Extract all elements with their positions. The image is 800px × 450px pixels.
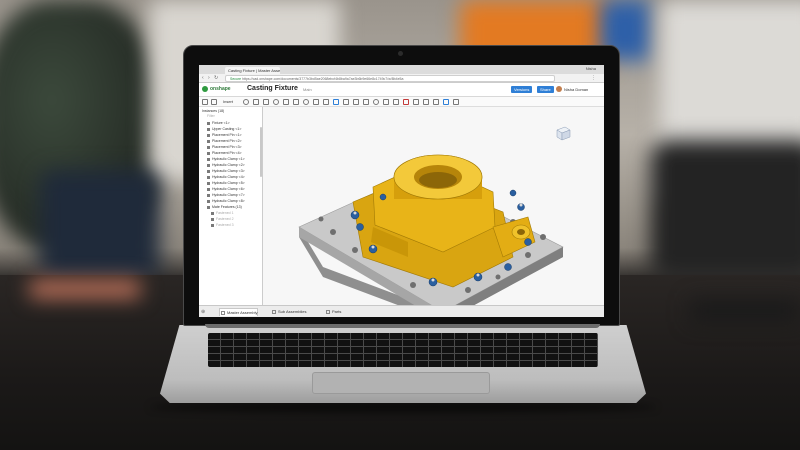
casting-side-hole: [517, 229, 525, 235]
forward-icon[interactable]: ›: [208, 76, 210, 81]
instances-scrollbar[interactable]: [260, 127, 262, 177]
cylindrical-icon[interactable]: [283, 99, 289, 105]
document-tabs: ⊕ Master Assembly Sub Assemblies Parts: [199, 305, 604, 317]
browser-tab-bar: Casting Fixture | Master Asse... Nisha: [199, 65, 604, 74]
reload-icon[interactable]: ↻: [214, 76, 218, 81]
browser-profile[interactable]: Nisha: [586, 66, 596, 71]
mate-connector-icon[interactable]: [393, 99, 399, 105]
redo-icon[interactable]: [211, 99, 217, 105]
document-title[interactable]: Casting Fixture: [247, 85, 298, 92]
tab-label: Master Assembly: [227, 310, 258, 315]
background-sofa: [40, 170, 160, 280]
browser-address-bar: ‹ › ↻ Secure https://cad.onshape.com/doc…: [199, 74, 604, 83]
rack-pinion-icon[interactable]: [363, 99, 369, 105]
workspace-name: Main: [303, 87, 312, 92]
screw-icon[interactable]: [373, 99, 379, 105]
background-notepad: [30, 280, 140, 298]
back-icon[interactable]: ‹: [202, 76, 204, 81]
tab-parts[interactable]: Parts: [325, 308, 341, 316]
webcam: [398, 51, 403, 56]
tangent-icon[interactable]: [333, 99, 339, 105]
fastened-icon[interactable]: [253, 99, 259, 105]
assembly-icon: [272, 310, 276, 314]
user-name[interactable]: Nisha Doman: [564, 87, 588, 92]
tab-label: Sub Assemblies: [278, 309, 307, 314]
pattern-icon[interactable]: [413, 99, 419, 105]
logo-text: onshape: [210, 86, 231, 92]
assembly-icon: [221, 311, 225, 315]
url-field[interactable]: Secure https://cad.onshape.com/documents…: [225, 75, 555, 82]
measure-icon[interactable]: [433, 99, 439, 105]
background-chair: [650, 140, 800, 280]
ball-icon[interactable]: [313, 99, 319, 105]
undo-icon[interactable]: [202, 99, 208, 105]
browser-tab[interactable]: Casting Fixture | Master Asse...: [225, 67, 280, 74]
replicate-icon[interactable]: [403, 99, 409, 105]
group-icon[interactable]: [343, 99, 349, 105]
pin-slot-icon[interactable]: [293, 99, 299, 105]
section-view-icon[interactable]: [443, 99, 449, 105]
versions-button[interactable]: Versions: [511, 86, 533, 93]
instances-header: Instances (18): [202, 109, 225, 113]
onshape-logo-icon[interactable]: [202, 86, 208, 92]
insert-button[interactable]: Insert: [223, 99, 233, 104]
laptop-shadow: [150, 402, 656, 412]
browser-menu-icon[interactable]: ⋮: [591, 76, 596, 81]
planar-icon[interactable]: [303, 99, 309, 105]
share-button[interactable]: Share: [537, 86, 554, 93]
mate-feature-item[interactable]: Fastened 3: [199, 222, 262, 228]
tab-sub-assemblies[interactable]: Sub Assemblies: [271, 308, 306, 316]
assembly-toolbar: Insert: [199, 97, 604, 107]
gear-relation-icon[interactable]: [353, 99, 359, 105]
revolute-icon[interactable]: [263, 99, 269, 105]
avatar[interactable]: [556, 86, 562, 92]
tab-master-assembly[interactable]: Master Assembly: [219, 308, 259, 316]
laptop-lid: Casting Fixture | Master Asse... Nisha ‹…: [183, 45, 620, 326]
laptop-hinge: [205, 324, 600, 328]
laptop-screen: Casting Fixture | Master Asse... Nisha ‹…: [199, 65, 604, 317]
render-mode-icon[interactable]: [453, 99, 459, 105]
background-tablet: [690, 300, 800, 322]
url-text: https://cad.onshape.com/documents/3777b3…: [242, 77, 404, 81]
tab-label: Parts: [332, 309, 342, 314]
mate-icon[interactable]: [243, 99, 249, 105]
secure-label: Secure: [230, 77, 242, 81]
laptop-trackpad: [312, 372, 490, 394]
instances-panel: Instances (18) Filter Fixture <1> Upper …: [199, 107, 263, 305]
laptop-keyboard: [208, 333, 598, 367]
part-studio-icon: [326, 310, 330, 314]
view-cube-icon[interactable]: [553, 123, 573, 143]
linear-relation-icon[interactable]: [383, 99, 389, 105]
slider-icon[interactable]: [273, 99, 279, 105]
parallel-icon[interactable]: [323, 99, 329, 105]
add-tab-icon[interactable]: ⊕: [201, 309, 205, 315]
casting-bore-floor: [419, 172, 457, 188]
app-header: onshape Casting Fixture Main Versions Sh…: [199, 83, 604, 97]
explode-icon[interactable]: [423, 99, 429, 105]
